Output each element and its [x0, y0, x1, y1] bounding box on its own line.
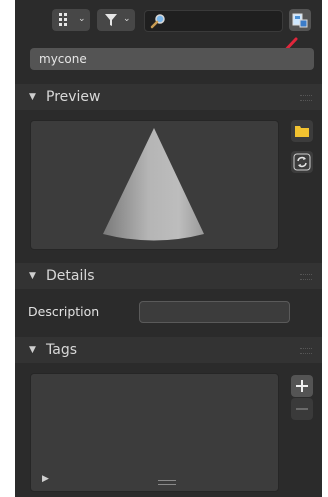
magnifier-icon — [150, 14, 165, 29]
minus-icon — [296, 408, 308, 410]
remove-tag-button[interactable] — [291, 398, 313, 420]
preview-image — [30, 120, 279, 250]
drag-handle-icon[interactable] — [300, 274, 312, 280]
funnel-filter-icon — [105, 14, 117, 26]
expand-arrow-icon: ▼ — [29, 345, 36, 355]
folder-icon — [295, 126, 309, 137]
regenerate-preview-button[interactable] — [291, 151, 313, 173]
asset-sidebar: ⌄ ⌄ mycone ▼ Preview ▼ Details Descripti… — [15, 0, 322, 497]
cone-preview-image — [103, 128, 204, 241]
asset-name-field[interactable]: mycone — [30, 48, 314, 70]
toolbar: ⌄ ⌄ — [15, 0, 322, 57]
section-title: Details — [46, 268, 95, 284]
description-field[interactable] — [139, 301, 290, 323]
description-label: Description — [28, 304, 100, 319]
drag-handle-icon[interactable] — [300, 348, 312, 354]
filter-button[interactable]: ⌄ — [97, 9, 135, 31]
details-panel-header[interactable]: ▼ Details — [15, 263, 322, 289]
drag-handle-icon[interactable] — [300, 95, 312, 101]
refresh-icon — [293, 153, 311, 171]
chevron-down-icon: ⌄ — [78, 14, 86, 24]
search-input[interactable] — [144, 10, 283, 32]
tags-list[interactable]: ▶ — [30, 373, 279, 492]
preview-panel-header[interactable]: ▼ Preview — [15, 84, 322, 110]
list-expand-icon[interactable]: ▶ — [42, 474, 49, 484]
save-asset-icon — [292, 13, 308, 28]
resize-handle-icon[interactable] — [158, 480, 176, 485]
display-mode-button[interactable]: ⌄ — [52, 9, 90, 31]
add-tag-button[interactable] — [291, 375, 313, 397]
expand-arrow-icon: ▼ — [29, 92, 36, 102]
options-button[interactable] — [289, 9, 311, 31]
load-preview-button[interactable] — [291, 120, 313, 142]
section-title: Preview — [46, 89, 101, 105]
tags-panel-header[interactable]: ▼ Tags — [15, 337, 322, 363]
plus-icon — [296, 380, 308, 392]
chevron-down-icon: ⌄ — [123, 14, 131, 24]
grid-view-icon — [59, 13, 67, 26]
expand-arrow-icon: ▼ — [29, 271, 36, 281]
section-title: Tags — [46, 342, 77, 358]
